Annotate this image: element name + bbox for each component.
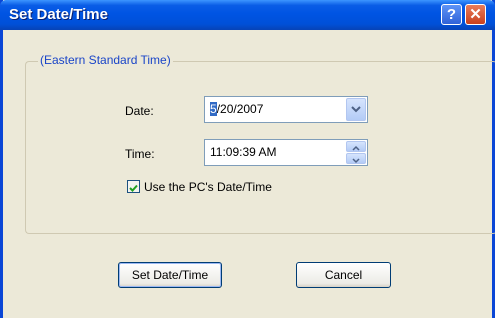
help-button[interactable]: ?: [441, 4, 462, 25]
date-remaining-text: /20/2007: [216, 102, 264, 116]
time-picker[interactable]: 11:09:39 AM: [204, 139, 368, 166]
cancel-button[interactable]: Cancel: [296, 262, 391, 288]
close-button[interactable]: ✕: [465, 4, 486, 25]
checkmark-icon: [129, 184, 138, 192]
time-value: 11:09:39 AM: [210, 145, 277, 159]
use-pc-time-label[interactable]: Use the PC's Date/Time: [144, 180, 272, 194]
title-bar[interactable]: Set Date/Time ? ✕: [0, 0, 495, 30]
chevron-down-icon: [351, 106, 361, 113]
set-date-time-dialog: Set Date/Time ? ✕ (Eastern Standard Time…: [0, 0, 495, 318]
use-pc-time-checkbox[interactable]: [127, 180, 140, 193]
window-title: Set Date/Time: [9, 6, 108, 23]
chevron-up-icon: [352, 145, 360, 151]
date-label: Date:: [125, 104, 154, 118]
date-selected-segment: 5: [210, 102, 217, 116]
time-spin-down-button[interactable]: [346, 153, 366, 164]
timezone-legend: (Eastern Standard Time): [38, 53, 173, 67]
close-icon: ✕: [469, 6, 482, 23]
chevron-down-icon: [352, 158, 360, 164]
time-spin-up-button[interactable]: [346, 141, 366, 152]
help-icon: ?: [446, 6, 457, 23]
date-dropdown-button[interactable]: [346, 98, 366, 121]
date-picker[interactable]: 5/20/2007: [204, 96, 368, 123]
date-value: 5/20/2007: [210, 102, 263, 116]
set-date-time-button[interactable]: Set Date/Time: [118, 262, 222, 288]
time-label: Time:: [125, 147, 155, 161]
